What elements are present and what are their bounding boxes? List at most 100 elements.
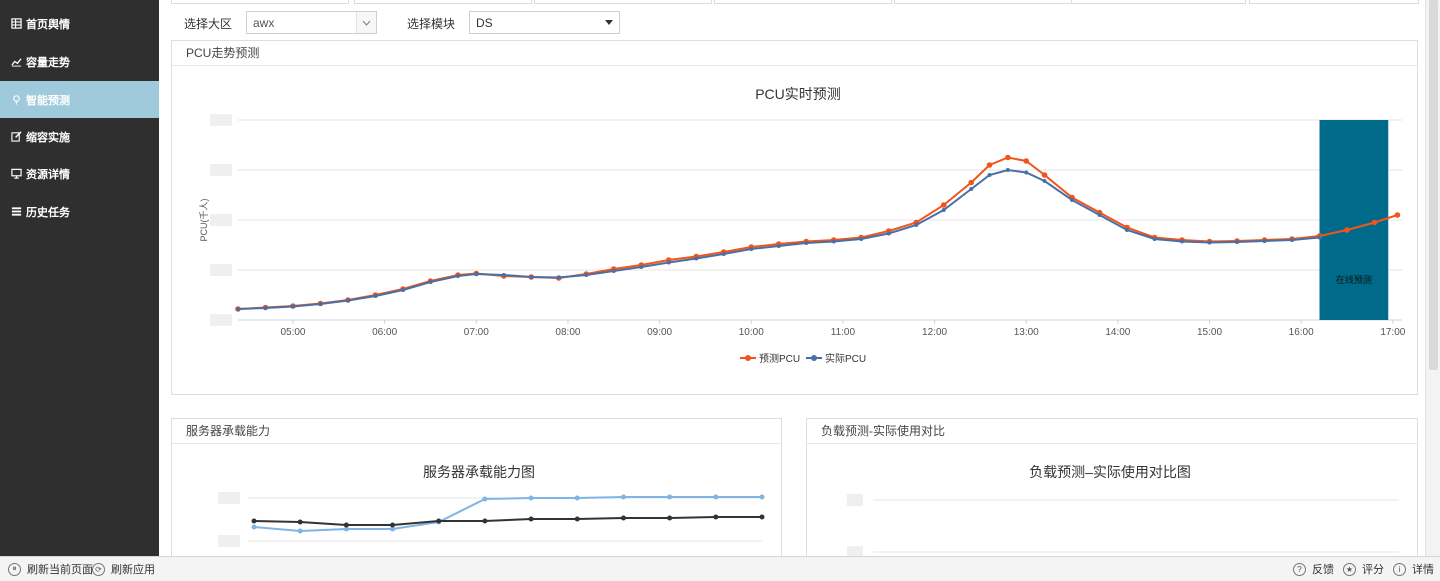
module-select[interactable]: DS — [469, 11, 620, 34]
top-tab[interactable] — [171, 0, 349, 4]
list-icon — [10, 206, 22, 218]
star-icon: ★ — [1343, 562, 1356, 576]
data-point — [804, 241, 809, 245]
caret-down-icon[interactable] — [605, 20, 613, 25]
chevron-down-icon[interactable] — [356, 12, 376, 33]
data-point — [529, 275, 534, 279]
x-tick-label: 16:00 — [1289, 327, 1314, 338]
server-capacity-panel: 服务器承载能力 服务器承载能力图 — [171, 418, 782, 556]
data-point — [639, 265, 644, 269]
legend-marker-actual — [811, 355, 817, 361]
data-point — [1290, 238, 1295, 242]
data-point — [1042, 179, 1047, 183]
series-line — [253, 496, 762, 533]
lightbulb-icon — [10, 94, 22, 106]
data-point — [297, 519, 303, 525]
data-point — [914, 223, 919, 227]
data-point — [428, 280, 433, 284]
x-tick-label: 10:00 — [739, 327, 764, 338]
legend-marker-predicted — [745, 355, 751, 361]
module-select-value: DS — [476, 16, 493, 30]
data-point — [574, 495, 580, 501]
y-tick-label-placeholder — [218, 535, 240, 547]
rate-button[interactable]: ★ 评分 — [1343, 561, 1384, 577]
y-tick-label-placeholder — [847, 494, 863, 506]
refresh-icon: ⟳ — [92, 562, 105, 576]
table-icon — [10, 18, 22, 30]
x-tick-label: 15:00 — [1197, 327, 1222, 338]
vertical-scrollbar[interactable] — [1425, 0, 1440, 556]
data-point — [1024, 170, 1029, 175]
refresh-app-button[interactable]: ⟳ 刷新应用 — [92, 561, 155, 577]
data-point — [556, 275, 561, 280]
sidebar-item-history-tasks[interactable]: 历史任务 — [0, 193, 159, 230]
sidebar: 首页舆情 容量走势 智能预测 缩容实施 资源详情 历史任务 — [0, 0, 159, 556]
x-tick-label: 12:00 — [922, 327, 947, 338]
data-point — [236, 307, 240, 311]
y-tick-label-placeholder — [210, 114, 232, 126]
sidebar-item-label: 容量走势 — [26, 56, 70, 69]
region-select[interactable]: awx — [246, 11, 377, 34]
band-label: 在线预测 — [1336, 274, 1372, 285]
y-axis-label: PCU(千人) — [199, 199, 209, 242]
pcu-panel-title: PCU走势预测 — [172, 41, 1417, 66]
feedback-button[interactable]: ? 反馈 — [1293, 561, 1334, 577]
data-point — [759, 494, 765, 500]
x-tick-label: 08:00 — [555, 327, 580, 338]
data-point — [290, 304, 295, 309]
data-point — [1262, 239, 1267, 243]
legend-label-predicted: 预测PCU — [759, 352, 800, 365]
data-point — [620, 515, 626, 521]
data-point — [1317, 235, 1322, 240]
y-tick-label-placeholder — [210, 264, 232, 276]
data-point — [749, 247, 754, 251]
sidebar-item-scale-down[interactable]: 缩容实施 — [0, 118, 159, 155]
x-tick-label: 14:00 — [1105, 327, 1130, 338]
y-tick-label-placeholder — [210, 164, 232, 176]
data-point — [474, 272, 479, 276]
data-point — [1005, 154, 1011, 161]
top-tab[interactable] — [534, 0, 712, 4]
sidebar-item-label: 缩容实施 — [26, 131, 70, 144]
load-compare-panel: 负载预测-实际使用对比 负载预测–实际使用对比图 — [806, 418, 1418, 556]
data-point — [941, 208, 946, 212]
top-tab[interactable] — [1249, 0, 1419, 4]
sidebar-item-resource-details[interactable]: 资源详情 — [0, 155, 159, 192]
details-button[interactable]: i 详情 — [1393, 561, 1434, 577]
sidebar-item-capacity-trend[interactable]: 容量走势 — [0, 43, 159, 80]
data-point — [694, 256, 699, 261]
data-point — [859, 237, 864, 241]
sidebar-item-home-sentiment[interactable]: 首页舆情 — [0, 5, 159, 42]
data-point — [482, 496, 488, 502]
pcu-panel: PCU走势预测 PCU实时预测 PCU(千人) 在线预测 05:00 06:00 07:0… — [171, 40, 1418, 395]
series-line — [253, 516, 762, 526]
top-tab[interactable] — [894, 0, 1072, 4]
sidebar-item-smart-prediction[interactable]: 智能预测 — [0, 81, 159, 118]
chart-title: 负载预测–实际使用对比图 — [1029, 464, 1191, 480]
x-tick-label: 06:00 — [372, 327, 397, 338]
edit-icon — [10, 131, 22, 143]
main-content: 选择大区 awx 选择模块 DS PCU走势预测 PCU实时预测 PCU(千人) 在… — [159, 0, 1425, 556]
refresh-page-button[interactable]: ⏸ 刷新当前页面 — [8, 561, 93, 577]
data-point — [528, 495, 534, 501]
data-point — [373, 294, 378, 298]
data-point — [1125, 228, 1130, 232]
scrollbar-thumb[interactable] — [1429, 0, 1438, 370]
server-capacity-chart: 服务器承载能力图 — [218, 464, 765, 547]
refresh-page-icon: ⏸ — [8, 562, 21, 576]
data-point — [1005, 168, 1010, 172]
x-tick-label: 07:00 — [464, 327, 489, 338]
top-tab[interactable] — [354, 0, 532, 4]
data-point — [1070, 198, 1075, 202]
top-tab[interactable] — [1071, 0, 1246, 4]
data-point — [400, 288, 405, 292]
refresh-page-label: 刷新当前页面 — [27, 564, 93, 576]
server-capacity-title: 服务器承载能力 — [172, 419, 781, 444]
top-tab[interactable] — [714, 0, 892, 4]
data-point — [251, 518, 257, 524]
data-point — [713, 514, 719, 520]
series-line — [237, 168, 1320, 310]
x-tick-label: 11:00 — [831, 327, 856, 338]
data-point — [1041, 172, 1048, 178]
details-label: 详情 — [1412, 564, 1434, 576]
